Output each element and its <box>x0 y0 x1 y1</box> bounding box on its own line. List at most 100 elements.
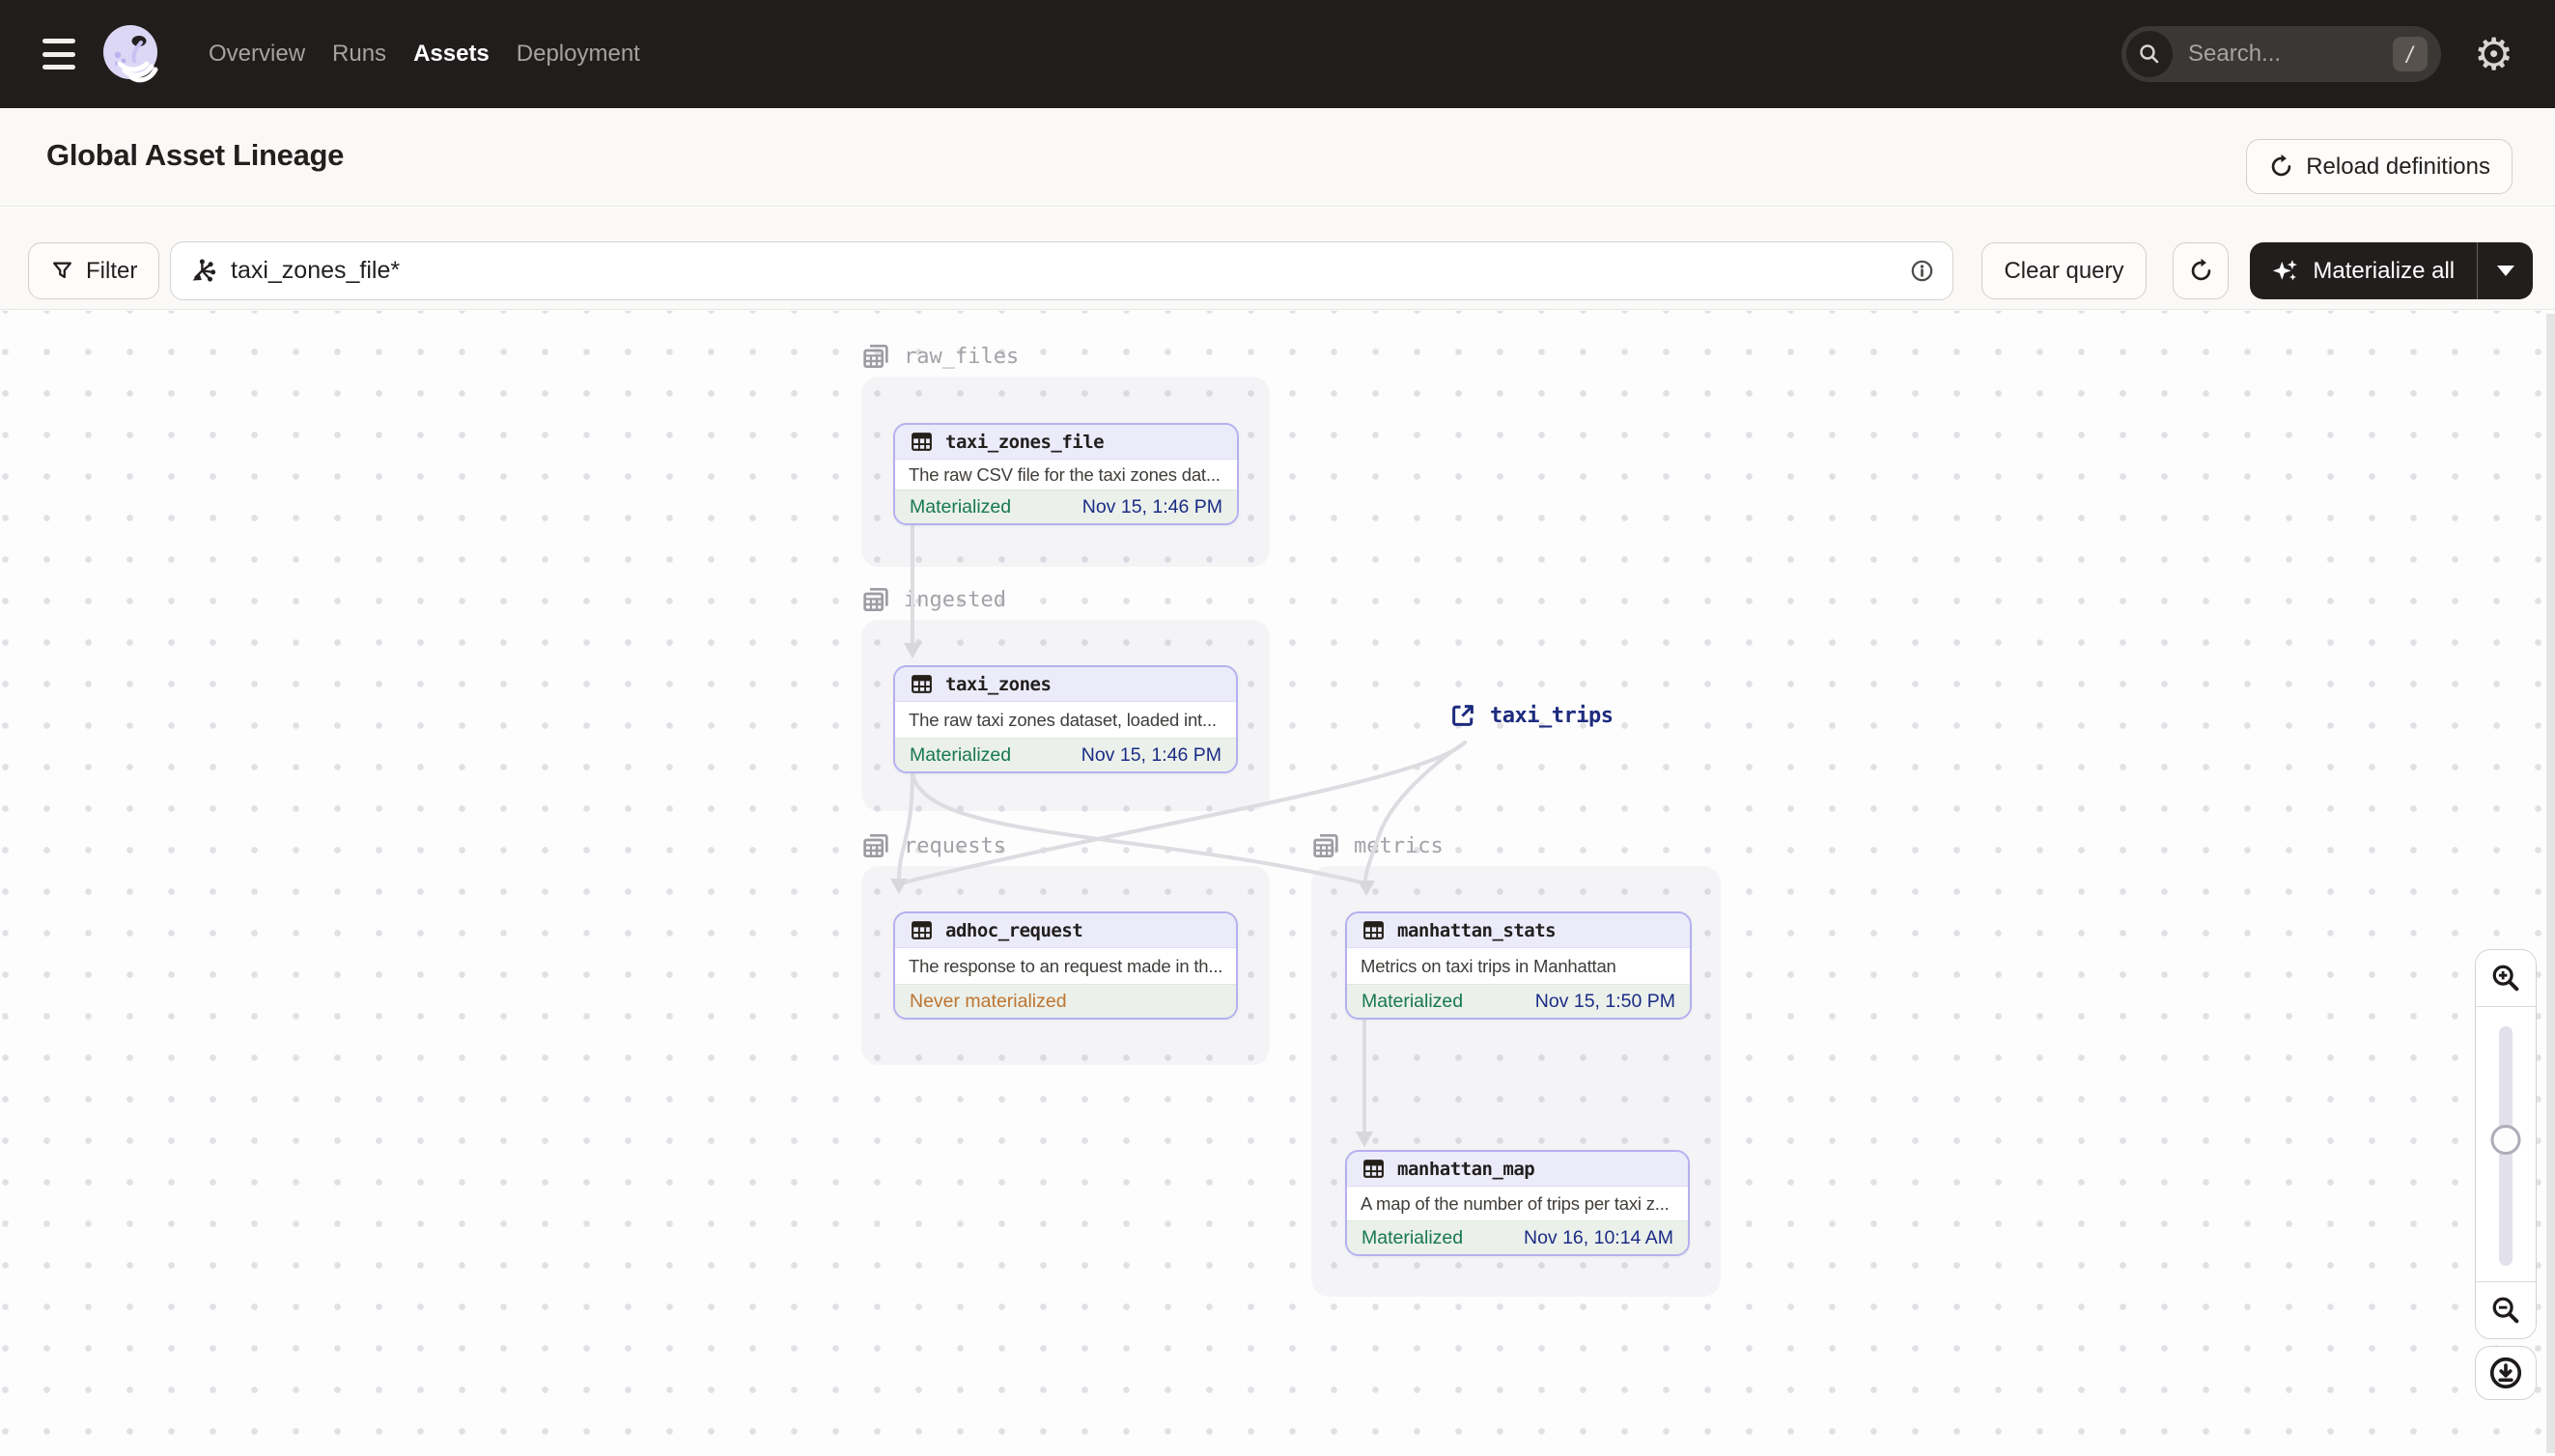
global-search[interactable]: Search... / <box>2121 26 2441 82</box>
status-badge: Materialized <box>1362 990 1464 1012</box>
status-badge: Materialized <box>910 743 1012 766</box>
asset-node-manhattan-map[interactable]: manhattan_map A map of the number of tri… <box>1345 1150 1690 1256</box>
asset-node-manhattan-stats[interactable]: manhattan_stats Metrics on taxi trips in… <box>1345 911 1692 1020</box>
status-badge: Materialized <box>1362 1226 1464 1248</box>
asset-query-input[interactable] <box>231 257 1909 285</box>
nav-link-assets[interactable]: Assets <box>413 41 490 68</box>
query-info-icon[interactable] <box>1909 258 1935 284</box>
asset-footer: Materialized Nov 15, 1:46 PM <box>895 738 1236 771</box>
asset-node-taxi-zones-file[interactable]: taxi_zones_file The raw CSV file for the… <box>893 423 1239 525</box>
lineage-canvas[interactable]: raw_files ingested requests metrics taxi… <box>0 311 2555 1456</box>
group-table-icon <box>863 345 888 368</box>
reload-definitions-button[interactable]: Reload definitions <box>2246 139 2513 194</box>
zoom-slider-thumb[interactable] <box>2490 1125 2521 1155</box>
menu-icon[interactable] <box>42 39 75 70</box>
page-header: Global Asset Lineage Reload definitions <box>0 108 2555 207</box>
refresh-icon <box>2191 258 2210 281</box>
settings-gear-icon[interactable]: ⚙ <box>2474 25 2513 83</box>
group-table-icon <box>1313 834 1338 857</box>
asset-query-box <box>170 241 1953 300</box>
materialize-all-button[interactable]: Materialize all <box>2250 242 2533 299</box>
sparkle-icon <box>2273 259 2298 280</box>
zoom-out-button[interactable] <box>2476 1282 2536 1338</box>
group-table-icon <box>863 834 888 857</box>
group-label-metrics[interactable]: metrics <box>1310 830 1444 861</box>
asset-description: The raw CSV file for the taxi zones dat.… <box>909 463 1221 485</box>
zoom-in-button[interactable] <box>2476 950 2536 1006</box>
materialization-timestamp: Nov 15, 1:46 PM <box>1081 495 1222 518</box>
chevron-down-icon <box>2496 266 2514 276</box>
group-name: raw_files <box>904 344 1020 369</box>
asset-footer: Materialized Nov 15, 1:50 PM <box>1347 984 1690 1018</box>
filter-button[interactable]: Filter <box>28 242 160 299</box>
nav-link-runs[interactable]: Runs <box>332 41 386 68</box>
asset-node-header: manhattan_stats <box>1347 913 1690 948</box>
zoom-out-icon <box>2492 1297 2519 1324</box>
external-link-icon <box>1452 705 1474 726</box>
lineage-toolbar: Filter taxi_zones_file* Clear query Mate… <box>0 208 2555 310</box>
asset-node-header: adhoc_request <box>895 913 1236 948</box>
table-icon <box>912 433 932 451</box>
asset-node-header: taxi_zones_file <box>895 425 1237 460</box>
status-badge: Materialized <box>910 495 1012 518</box>
zoom-slider-track[interactable] <box>2490 1026 2521 1266</box>
asset-footer: Materialized Nov 16, 10:14 AM <box>1347 1220 1688 1254</box>
asset-footer: Materialized Nov 15, 1:46 PM <box>895 490 1237 523</box>
vertical-scrollbar[interactable] <box>2546 314 2555 1453</box>
lineage-edges <box>890 523 1467 1147</box>
asset-name: manhattan_map <box>1397 1158 1535 1180</box>
nav-link-deployment[interactable]: Deployment <box>517 41 640 68</box>
top-nav: Overview Runs Assets Deployment Search..… <box>0 0 2555 108</box>
asset-description: The raw taxi zones dataset, loaded int..… <box>909 709 1217 730</box>
asset-node-adhoc-request[interactable]: adhoc_request The response to an request… <box>893 911 1238 1020</box>
external-asset-taxi-trips[interactable]: taxi_trips <box>1448 701 1614 730</box>
table-icon <box>912 675 932 693</box>
materialize-dropdown-toggle[interactable] <box>2478 242 2533 299</box>
zoom-panel <box>2475 949 2537 1339</box>
asset-description: A map of the number of trips per taxi z.… <box>1361 1192 1670 1214</box>
asset-node-header: taxi_zones <box>895 667 1236 702</box>
clear-query-label: Clear query <box>2004 257 2124 284</box>
filter-label: Filter <box>86 257 138 284</box>
group-name: requests <box>904 833 1006 858</box>
group-label-ingested[interactable]: ingested <box>860 584 1006 615</box>
table-icon <box>912 921 932 939</box>
table-icon <box>1363 921 1384 939</box>
asset-node-taxi-zones[interactable]: taxi_zones The raw taxi zones dataset, l… <box>893 665 1238 773</box>
export-image-button[interactable] <box>2475 1346 2537 1400</box>
group-table-icon <box>863 588 888 611</box>
reload-definitions-label: Reload definitions <box>2306 153 2490 180</box>
group-name: metrics <box>1354 833 1444 858</box>
asset-description: Metrics on taxi trips in Manhattan <box>1361 955 1616 976</box>
refresh-button[interactable] <box>2173 242 2229 299</box>
download-icon <box>2489 1357 2522 1389</box>
clear-query-button[interactable]: Clear query <box>1981 242 2147 299</box>
dagster-app: Overview Runs Assets Deployment Search..… <box>0 0 2555 1456</box>
asset-footer: Never materialized <box>895 984 1236 1018</box>
dagster-logo-icon[interactable] <box>98 21 163 91</box>
search-shortcut-badge: / <box>2393 37 2428 71</box>
materialize-all-label: Materialize all <box>2313 257 2456 284</box>
materialization-timestamp: Nov 15, 1:46 PM <box>1081 743 1221 766</box>
asset-name: taxi_zones <box>945 673 1052 695</box>
reload-icon <box>2271 154 2291 177</box>
materialization-timestamp: Nov 16, 10:14 AM <box>1523 1226 1673 1248</box>
group-label-raw-files[interactable]: raw_files <box>860 341 1019 372</box>
page-title: Global Asset Lineage <box>46 138 345 172</box>
asset-node-header: manhattan_map <box>1347 1152 1688 1187</box>
group-label-requests[interactable]: requests <box>860 830 1006 861</box>
funnel-icon <box>53 262 71 279</box>
asset-description: The response to an request made in th... <box>909 955 1223 976</box>
nav-links: Overview Runs Assets Deployment <box>209 0 640 108</box>
asset-selector-icon <box>192 259 216 282</box>
nav-link-overview[interactable]: Overview <box>209 41 305 68</box>
table-icon <box>1363 1160 1384 1178</box>
asset-name: adhoc_request <box>945 919 1083 941</box>
asset-name: manhattan_stats <box>1397 919 1557 941</box>
status-badge: Never materialized <box>910 990 1067 1012</box>
zoom-in-icon <box>2492 965 2519 992</box>
materialization-timestamp: Nov 15, 1:50 PM <box>1534 990 1675 1012</box>
materialize-all-main[interactable]: Materialize all <box>2250 242 2477 299</box>
search-placeholder: Search... <box>2188 41 2282 67</box>
zoom-slider <box>2476 1006 2536 1282</box>
